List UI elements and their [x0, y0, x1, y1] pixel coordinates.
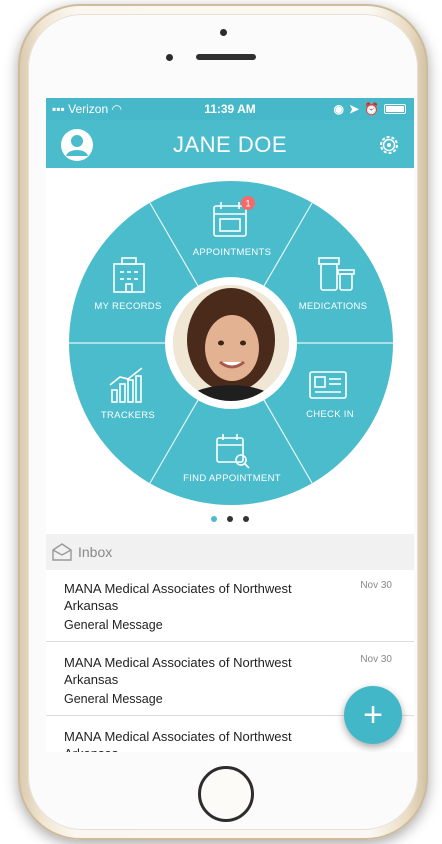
message-sender: MANA Medical Associates of Northwest Ark… [64, 655, 292, 687]
message-sender: MANA Medical Associates of Northwest Ark… [64, 729, 292, 752]
status-icons: ◉ ➤ ⏰ [333, 102, 406, 116]
home-button[interactable] [198, 766, 254, 822]
page-dot-2[interactable] [227, 516, 233, 522]
message-date: Nov 30 [360, 654, 392, 665]
alarm-icon: ⏰ [364, 102, 379, 116]
message-sender: MANA Medical Associates of Northwest Ark… [64, 581, 292, 613]
envelope-open-icon [52, 543, 72, 561]
page-title: JANE DOE [172, 132, 288, 157]
wheel-label-check-in: CHECK IN [306, 409, 354, 420]
wheel-label-find-appointment: FIND APPOINTMENT [183, 473, 281, 484]
earpiece-speaker [196, 54, 256, 60]
wheel-label-trackers: TRACKERS [101, 410, 155, 421]
page-indicator[interactable] [46, 516, 414, 522]
wheel-label-appointments: APPOINTMENTS [193, 247, 272, 258]
status-bar: ▪▪▪ Verizon ◠ 11:39 AM ◉ ➤ ⏰ [46, 98, 414, 120]
location-icon: ➤ [348, 102, 360, 116]
app-header: JANE DOE [46, 120, 414, 168]
message-type: General Message [64, 692, 163, 706]
wheel-label-my-records: MY RECORDS [94, 301, 161, 312]
proximity-sensor [166, 54, 173, 61]
message-date: Nov 30 [360, 580, 392, 591]
lock-rotation-icon: ◉ [333, 102, 344, 116]
app-screen: ▪▪▪ Verizon ◠ 11:39 AM ◉ ➤ ⏰ JANE DOE 1 … [46, 98, 414, 752]
profile-photo[interactable] [165, 277, 297, 409]
page-dot-3[interactable] [243, 516, 249, 522]
message-type: General Message [64, 618, 163, 632]
wheel-label-medications: MEDICATIONS [299, 301, 368, 312]
inbox-message[interactable]: MANA Medical Associates of Northwest Ark… [46, 570, 414, 642]
battery-icon [384, 104, 406, 114]
badge-count: 1 [245, 199, 250, 209]
page-dot-1[interactable] [211, 516, 217, 522]
compose-button[interactable]: + [344, 686, 402, 744]
navigation-wheel: 1 APPOINTMENTS MEDICATIONS CHECK IN FIND… [69, 181, 393, 505]
inbox-label: Inbox [78, 544, 113, 560]
front-camera [220, 29, 227, 36]
inbox-header[interactable]: Inbox [46, 534, 414, 570]
gear-icon[interactable] [376, 132, 402, 158]
